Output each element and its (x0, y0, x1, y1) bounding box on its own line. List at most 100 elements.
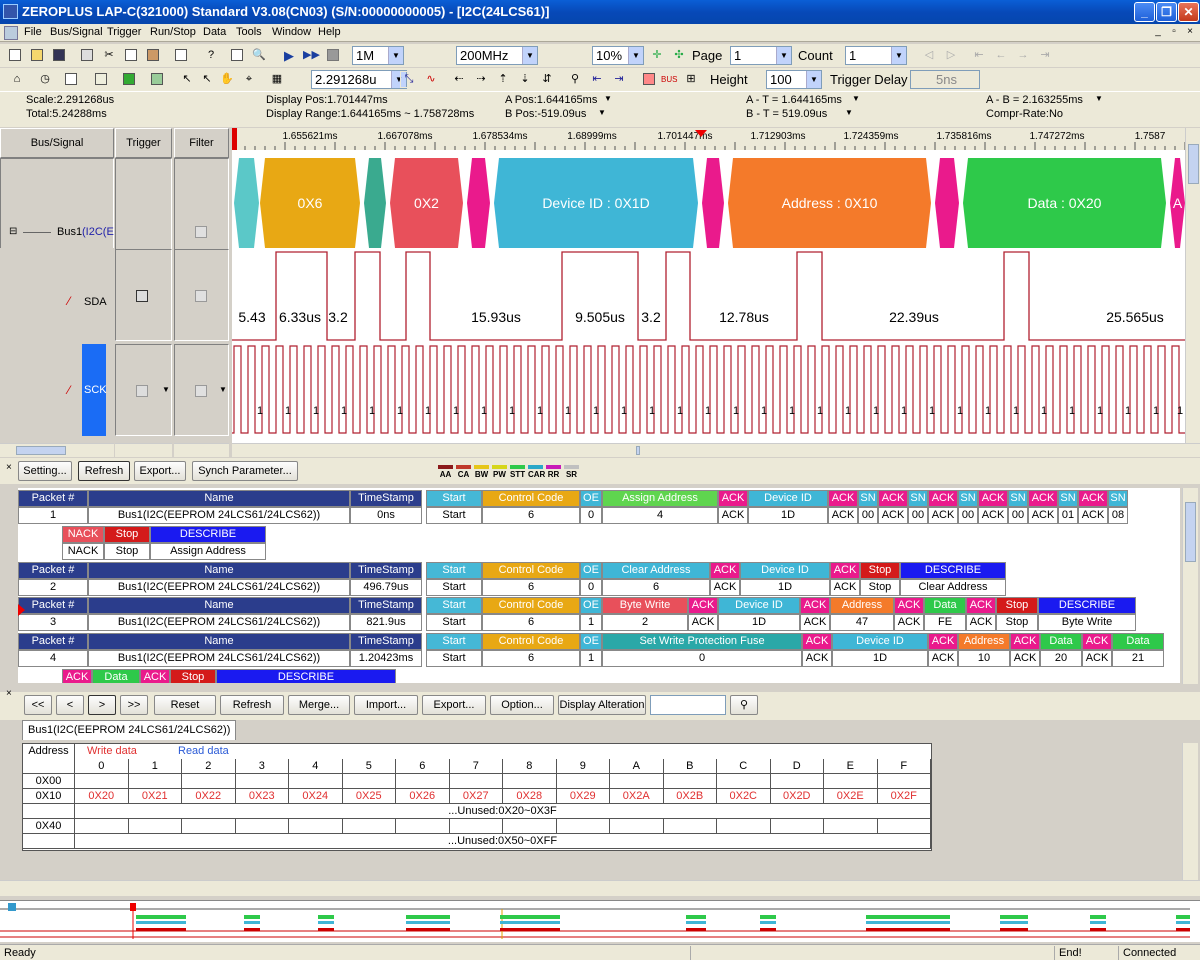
calc-icon[interactable] (640, 71, 658, 88)
field-header[interactable]: SN (958, 490, 978, 507)
field-value[interactable]: 00 (908, 507, 928, 524)
field-header[interactable]: Start (426, 490, 482, 507)
waveform-icon[interactable]: ∿ (422, 71, 440, 88)
field-value[interactable]: Stop (996, 614, 1038, 631)
sda-row[interactable]: ⁄ SDA (0, 248, 114, 340)
field-value[interactable]: 1D (718, 614, 800, 631)
field-header[interactable]: DESCRIBE (216, 669, 396, 683)
row-address[interactable] (23, 804, 75, 819)
b-pos-info[interactable]: B Pos:-519.09us (505, 108, 586, 120)
row-address[interactable]: 0X40 (23, 819, 75, 834)
field-value[interactable]: Start (426, 579, 482, 596)
memory-cell[interactable] (503, 774, 557, 789)
column-header[interactable]: 4 (289, 759, 343, 774)
field-header[interactable]: ACK (1028, 490, 1058, 507)
name-header[interactable]: Name (88, 633, 350, 650)
field-value[interactable]: 08 (1108, 507, 1128, 524)
sda-trigger-cell[interactable] (115, 249, 172, 341)
close-icon[interactable]: × (6, 462, 12, 473)
field-value[interactable]: Byte Write (1038, 614, 1136, 631)
memory-cell[interactable] (396, 774, 450, 789)
signal-hscroll[interactable] (0, 443, 114, 457)
field-value[interactable]: NACK (62, 543, 104, 560)
field-header[interactable]: Control Code (482, 633, 580, 650)
waveform-canvas[interactable]: 1.655621ms 1.667078ms 1.678534ms 1.68999ms 1… (232, 128, 1185, 443)
open-icon[interactable] (28, 47, 46, 64)
field-header[interactable]: SN (1108, 490, 1128, 507)
marker-icon[interactable]: ⇵ (538, 71, 556, 88)
memory-cell[interactable] (877, 774, 931, 789)
row-address[interactable]: 0X10 (23, 789, 75, 804)
field-header[interactable]: SN (908, 490, 928, 507)
memory-cell[interactable]: 0X21 (128, 789, 182, 804)
field-header[interactable]: Start (426, 562, 482, 579)
zoom-in-icon[interactable]: ✛ (648, 47, 666, 64)
next-page-icon[interactable]: → (1014, 47, 1032, 64)
field-value[interactable]: 0 (580, 507, 602, 524)
waveform-hscroll[interactable] (232, 443, 1200, 457)
cursor-icon[interactable]: ⌖ (240, 71, 258, 88)
refresh-memory-button[interactable]: Refresh (220, 695, 284, 715)
field-value[interactable]: ACK (978, 507, 1008, 524)
grid-toggle-icon[interactable]: ▦ (268, 71, 286, 88)
memory-grid[interactable]: Address Write data Read data 0 1 2 3 4 5 6 7 8 9 A B C D… (22, 743, 932, 851)
overview-strip[interactable] (0, 900, 1200, 942)
memory-depth-select[interactable]: 1M ▼ (352, 46, 404, 65)
chevron-down-icon[interactable]: ▼ (219, 385, 227, 394)
bus-signal-column-header[interactable]: Bus/Signal (0, 128, 114, 158)
field-header[interactable]: OE (580, 633, 602, 650)
cut-icon[interactable]: ✂ (100, 47, 118, 64)
field-header[interactable]: ACK (718, 490, 748, 507)
timestamp-header[interactable]: TimeStamp (350, 562, 422, 579)
field-header[interactable]: Clear Address (602, 562, 710, 579)
sda-filter-cell[interactable] (174, 249, 229, 341)
menu-file[interactable]: File (24, 26, 42, 38)
setting-button[interactable]: Setting... (18, 461, 72, 481)
import-button[interactable]: Import... (354, 695, 418, 715)
memory-cell[interactable] (342, 819, 396, 834)
column-header[interactable]: 9 (556, 759, 610, 774)
pointer-icon[interactable]: ↖ (178, 71, 196, 88)
field-value[interactable]: 6 (482, 650, 580, 667)
minimize-button[interactable]: _ (1134, 2, 1155, 22)
field-header[interactable]: Assign Address (602, 490, 718, 507)
field-header[interactable]: Byte Write (602, 597, 688, 614)
option-button[interactable]: Option... (490, 695, 554, 715)
memory-cell[interactable] (182, 819, 236, 834)
filter-hscroll[interactable] (174, 443, 229, 457)
select-icon[interactable]: ↖ (198, 71, 216, 88)
memory-cell[interactable]: 0X2B (663, 789, 717, 804)
zoom-icon[interactable]: 🔍 (250, 47, 268, 64)
next-button[interactable]: > (88, 695, 116, 715)
field-header[interactable]: ACK (928, 490, 958, 507)
field-value[interactable]: Stop (104, 543, 150, 560)
chevron-down-icon[interactable]: ▼ (845, 108, 853, 117)
field-value[interactable]: 1D (740, 579, 830, 596)
field-header[interactable]: ACK (688, 597, 718, 614)
menu-bus-signal[interactable]: Bus/Signal (50, 26, 103, 38)
field-header[interactable]: ACK (928, 633, 958, 650)
field-header[interactable]: Data (924, 597, 966, 614)
trigger-column-header[interactable]: Trigger (115, 128, 172, 158)
packet-name[interactable]: Bus1(I2C(EEPROM 24LCS61/24LCS62)) (88, 507, 350, 524)
find-prev-icon[interactable]: ⇠ (450, 71, 468, 88)
field-value[interactable]: Start (426, 650, 482, 667)
field-value[interactable]: ACK (710, 579, 740, 596)
packet-list[interactable]: Packet # Name TimeStamp 1 Bus1(I2C(EEPROM 24… (18, 488, 1180, 683)
overview-canvas[interactable] (0, 901, 1190, 943)
field-value[interactable]: ACK (718, 507, 748, 524)
row-address[interactable] (23, 834, 75, 849)
memory-cell[interactable]: 0X2A (610, 789, 664, 804)
page-select[interactable]: 1 ▼ (730, 46, 792, 65)
field-header[interactable]: OE (580, 490, 602, 507)
first-button[interactable]: << (24, 695, 52, 715)
paste-special-icon[interactable] (172, 47, 190, 64)
run-repeat-icon[interactable]: ▶▶ (302, 47, 320, 64)
field-value[interactable]: Stop (860, 579, 900, 596)
packet-name[interactable]: Bus1(I2C(EEPROM 24LCS61/24LCS62)) (88, 579, 350, 596)
memory-cell[interactable]: 0X23 (235, 789, 289, 804)
field-header[interactable]: Stop (104, 526, 150, 543)
field-value[interactable]: ACK (928, 650, 958, 667)
restore-button[interactable]: ❐ (1156, 2, 1177, 22)
memory-cell[interactable] (610, 774, 664, 789)
